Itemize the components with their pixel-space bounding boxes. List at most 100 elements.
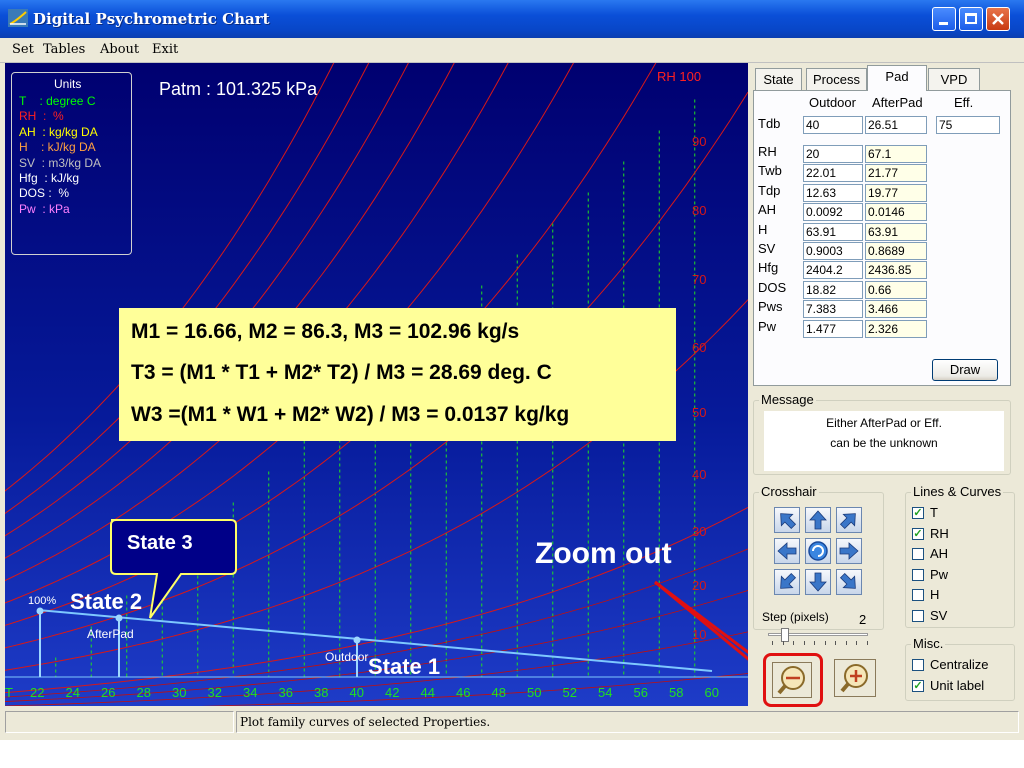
tab-process[interactable]: Process — [806, 68, 867, 90]
checkbox-t[interactable]: ✓ — [912, 507, 924, 519]
tab-state[interactable]: State — [755, 68, 802, 90]
x-tick-label: 60 — [705, 685, 719, 700]
zoom-out-icon — [777, 666, 805, 695]
pad-outdoor-value[interactable]: 12.63 — [803, 183, 863, 202]
pad-outdoor-value[interactable]: 18.82 — [803, 280, 863, 299]
arrow-left-button[interactable] — [774, 538, 800, 564]
minimize-icon — [939, 22, 948, 25]
zoom-out-button[interactable] — [763, 653, 823, 707]
x-tick-label: 28 — [137, 685, 151, 700]
title-bar[interactable]: Digital Psychrometric Chart — [0, 0, 1024, 38]
x-tick-label: 34 — [243, 685, 257, 700]
minimize-button[interactable] — [932, 7, 956, 31]
zoom-in-button[interactable] — [834, 659, 876, 697]
draw-button[interactable]: Draw — [932, 359, 998, 381]
x-tick-label: 22 — [30, 685, 44, 700]
status-field-left — [5, 711, 234, 733]
x-tick-label: 38 — [314, 685, 328, 700]
menu-set[interactable]: Set — [12, 42, 34, 57]
pad-outdoor-value[interactable]: 22.01 — [803, 164, 863, 183]
menu-exit[interactable]: Exit — [152, 42, 178, 57]
psychrometric-chart[interactable]: 90 80 70 60 50 40 30 20 10 RH 100 T 22 24 26 28 30 32 3… — [5, 63, 748, 706]
arrow-down-right-button[interactable] — [836, 569, 862, 595]
chart-app-icon — [8, 9, 28, 27]
pad-afterpad-value: 0.66 — [865, 280, 927, 299]
zoom-in-icon — [840, 664, 868, 693]
x-tick-label: 32 — [208, 685, 222, 700]
close-button[interactable] — [986, 7, 1010, 31]
arrow-down-left-button[interactable] — [774, 569, 800, 595]
rh-tick-label: 30 — [692, 524, 706, 539]
pad-afterpad-value: 0.0146 — [865, 203, 927, 222]
pad-afterpad-value: 63.91 — [865, 222, 927, 241]
message-label: Message — [759, 392, 816, 407]
arrow-up-right-button[interactable] — [836, 507, 862, 533]
units-row: AH : kg/kg DA — [19, 124, 98, 139]
units-row: SV : m3/kg DA — [19, 155, 102, 170]
afterpad-point-label: AfterPad — [87, 627, 134, 641]
units-row: T : degree C — [19, 94, 96, 108]
arrow-down-left-icon — [780, 572, 797, 589]
slider-tick — [845, 641, 847, 645]
step-slider[interactable] — [768, 628, 868, 648]
tab-vpd[interactable]: VPD — [928, 68, 980, 90]
pad-outdoor-value[interactable]: 1.477 — [803, 319, 863, 338]
x-tick-label: 52 — [563, 685, 577, 700]
arrow-up-left-button[interactable] — [774, 507, 800, 533]
rh-tick-label: 90 — [692, 134, 706, 149]
pad-outdoor-value[interactable]: 0.9003 — [803, 242, 863, 260]
checkbox-label: Unit label — [930, 677, 985, 693]
pad-row-label: AH — [758, 202, 777, 218]
units-row: RH : % — [19, 109, 64, 124]
arrow-up-icon — [809, 510, 827, 530]
maximize-button[interactable] — [959, 7, 983, 31]
reset-center-button[interactable] — [805, 538, 831, 564]
equation-humidity: W3 =(M1 * W1 + M2* W2) / M3 = 0.0137 kg/… — [131, 403, 570, 426]
mixing-equations-box: M1 = 16.66, M2 = 86.3, M3 = 102.96 kg/s … — [119, 308, 676, 441]
menu-about[interactable]: About — [100, 42, 139, 57]
x-tick-label: 48 — [492, 685, 506, 700]
arrow-down-button[interactable] — [805, 569, 831, 595]
state1-callout: State 1 — [368, 654, 441, 679]
control-panel: State Process Pad VPD Outdoor AfterPad E… — [750, 63, 1020, 707]
pad-outdoor-value[interactable]: 20 — [803, 145, 863, 163]
message-line2: can be the unknown — [830, 436, 938, 450]
rh-tick-label: 40 — [692, 467, 706, 482]
col-header-afterpad: AfterPad — [872, 95, 923, 110]
arrow-right-icon — [839, 542, 859, 560]
pad-outdoor-value[interactable]: 0.0092 — [803, 203, 863, 222]
tdb-outdoor-input[interactable]: 40 — [803, 116, 863, 134]
menu-tables[interactable]: Tables — [43, 42, 85, 57]
checkbox-pw[interactable] — [912, 568, 924, 581]
tab-pad[interactable]: Pad — [867, 65, 927, 91]
checkbox-label: Pw — [930, 566, 949, 582]
tdb-afterpad-input[interactable]: 26.51 — [865, 116, 927, 134]
pad-outdoor-value[interactable]: 7.383 — [803, 300, 863, 319]
arrow-right-button[interactable] — [836, 538, 862, 564]
x-tick-label: 40 — [350, 685, 364, 700]
crosshair-group: Crosshair Step (pixels) 2 — [753, 484, 884, 630]
rh-tick-label: 70 — [692, 272, 706, 287]
slider-tick — [793, 641, 794, 645]
message-line1: Either AfterPad or Eff. — [826, 416, 942, 430]
checkbox-centralize[interactable] — [912, 659, 924, 671]
checkbox-rh[interactable]: ✓ — [912, 527, 924, 540]
pad-row-label: Hfg — [758, 260, 779, 276]
x-tick-label: 42 — [385, 685, 399, 700]
eff-value: 75 — [939, 118, 953, 132]
eff-input[interactable]: 75 — [936, 116, 1000, 134]
arrow-up-button[interactable] — [805, 507, 831, 533]
reset-center-icon — [808, 541, 828, 561]
step-slider-thumb[interactable] — [781, 628, 789, 642]
units-title: Units — [54, 77, 82, 91]
checkbox-h[interactable] — [912, 589, 924, 601]
pad-outdoor-value[interactable]: 63.91 — [803, 222, 863, 241]
x-tick-label: 24 — [66, 685, 80, 700]
checkbox-sv[interactable] — [912, 609, 924, 622]
pad-outdoor-value[interactable]: 2404.2 — [803, 261, 863, 280]
arrow-down-icon — [809, 572, 827, 592]
pad-row-label: DOS — [758, 279, 787, 295]
status-text: Plot family curves of selected Propertie… — [240, 715, 491, 729]
checkbox-ah[interactable] — [912, 548, 924, 560]
checkbox-unit-label[interactable]: ✓ — [912, 679, 924, 692]
